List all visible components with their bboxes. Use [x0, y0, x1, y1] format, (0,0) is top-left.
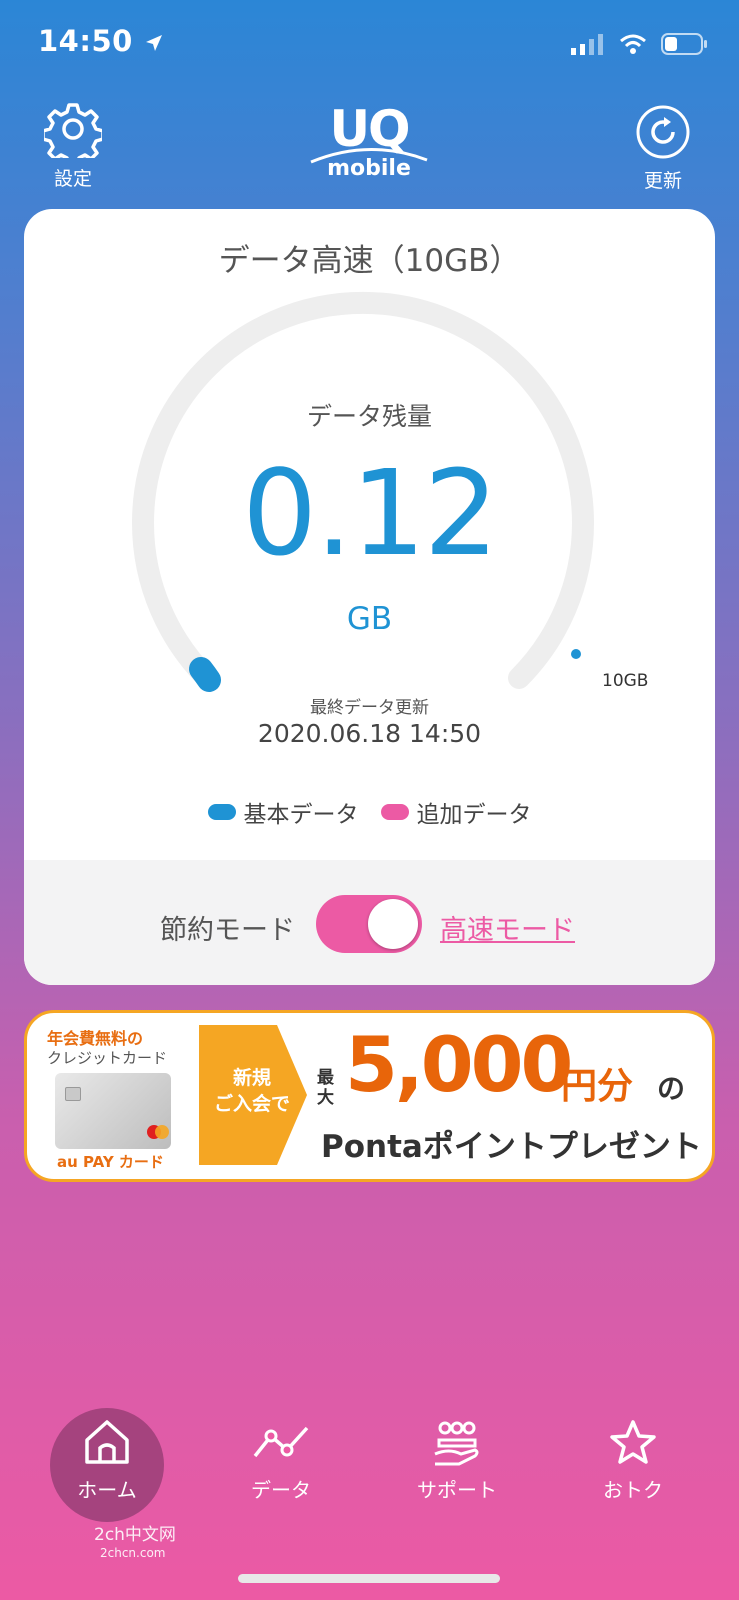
home-indicator[interactable] [238, 1574, 500, 1583]
high-speed-mode-link[interactable]: 高速モード [440, 908, 575, 947]
banner-free-annual-fee: 年会費無料の [47, 1029, 144, 1048]
chart-line-icon [253, 1426, 309, 1458]
last-update-label: 最終データ更新 [310, 698, 429, 718]
gauge-fill [189, 657, 221, 692]
battery-icon [661, 33, 707, 55]
star-icon [610, 1420, 656, 1464]
nav-deals-label: おトク [603, 1478, 663, 1502]
mode-bar: 節約モード 高速モード [24, 860, 715, 985]
wifi-icon [620, 34, 646, 54]
watermark-text: 2ch中文网 [94, 1525, 176, 1545]
last-update-value: 2020.06.18 14:50 [257, 719, 482, 748]
nav-home-label: ホーム [77, 1478, 137, 1502]
gear-icon [44, 103, 102, 158]
mode-toggle[interactable] [316, 895, 422, 953]
banner-new-join: 新規 ご入会で [213, 1067, 290, 1115]
legend-basic-label: 基本データ [243, 802, 359, 828]
nav-deals[interactable]: おトク [568, 1418, 698, 1503]
status-icons [571, 32, 709, 56]
data-card: データ高速（10GB） データ残量 0.12 GB 10GB 最終データ更新 2… [24, 209, 715, 985]
legend-additional: 追加データ [380, 795, 532, 829]
gauge-max-dot [571, 649, 581, 659]
promo-banner[interactable]: 年会費無料の クレジットカード au PAY カード 新規 ご入会で 最大 5,… [24, 1010, 715, 1182]
settings-button[interactable]: 設定 [18, 100, 128, 191]
banner-ponta-present: Pontaポイントプレゼント [321, 1129, 702, 1165]
remaining-unit: GB [346, 601, 393, 637]
banner-yen: 円分 [561, 1066, 634, 1107]
refresh-button[interactable]: 更新 [608, 104, 718, 193]
watermark-url: 2chcn.com [100, 1546, 166, 1560]
nav-home[interactable]: ホーム [42, 1416, 172, 1503]
signal-icon [571, 34, 603, 55]
remaining-value: 0.12 [242, 444, 499, 582]
legend: 基本データ 追加データ [24, 795, 715, 829]
saving-mode-label: 節約モード [160, 915, 295, 946]
banner-aupay-card: au PAY カード [57, 1153, 164, 1171]
support-icon [434, 1421, 479, 1466]
legend-basic-swatch [207, 804, 236, 820]
home-icon [85, 1420, 129, 1464]
banner-max: 最大 [317, 1068, 334, 1108]
toggle-knob [368, 899, 418, 949]
refresh-icon [636, 105, 690, 159]
legend-additional-swatch [380, 804, 409, 820]
settings-label: 設定 [53, 168, 92, 190]
credit-card-image [55, 1073, 171, 1149]
logo-mobile: mobile [327, 156, 411, 181]
status-time: 14:50 [38, 24, 165, 58]
refresh-label: 更新 [643, 170, 682, 192]
nav-support[interactable]: サポート [392, 1420, 522, 1503]
banner-credit-card: クレジットカード [47, 1049, 168, 1067]
remaining-label: データ残量 [306, 402, 432, 431]
banner-no: の [657, 1072, 686, 1105]
nav-support-label: サポート [417, 1478, 497, 1502]
legend-additional-label: 追加データ [416, 802, 532, 828]
nav-data[interactable]: データ [216, 1420, 346, 1503]
nav-data-label: データ [251, 1478, 311, 1502]
gauge-max-label: 10GB [602, 671, 649, 691]
location-arrow-icon [146, 35, 163, 51]
uq-mobile-logo: UQ mobile [309, 104, 429, 184]
banner-amount: 5,000 [345, 1020, 573, 1109]
legend-basic: 基本データ [207, 795, 359, 829]
